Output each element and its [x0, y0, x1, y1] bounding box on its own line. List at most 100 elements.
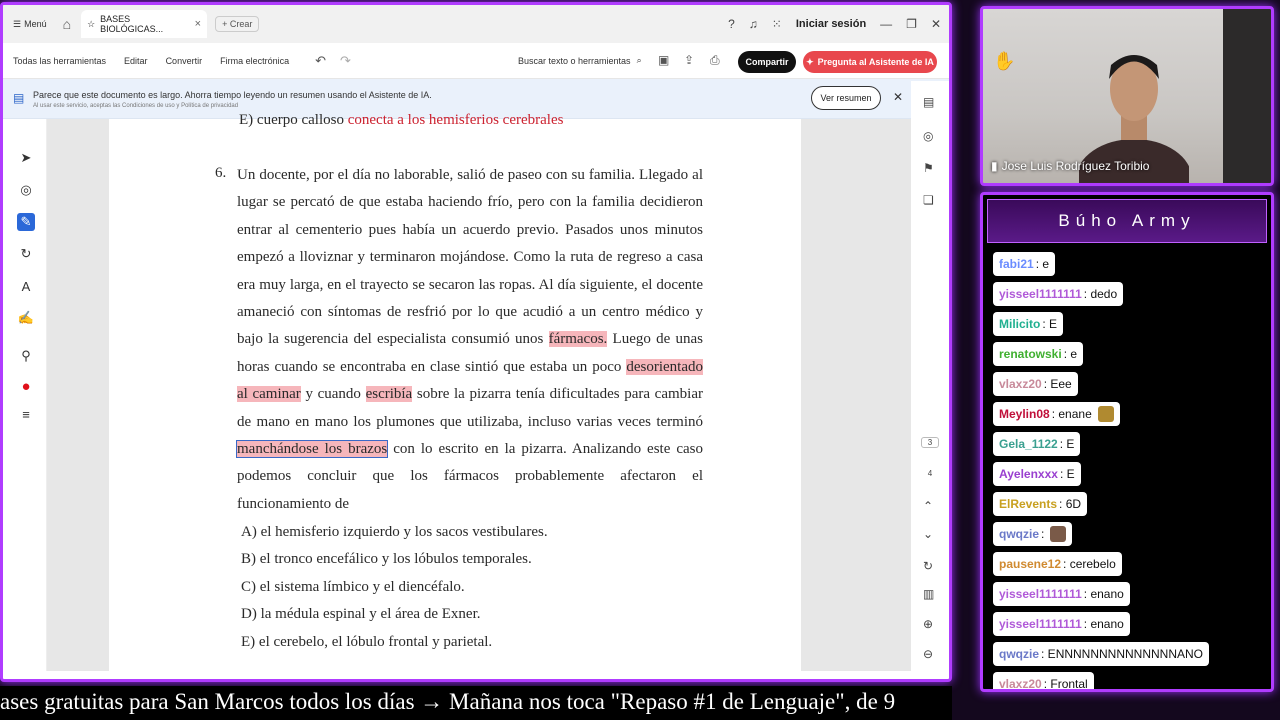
raised-hand-icon: ✋ — [993, 51, 1016, 71]
option-b: B) el tronco encefálico y los lóbulos te… — [241, 551, 532, 568]
minimize-icon[interactable]: — — [880, 17, 892, 31]
view-summary-button[interactable]: Ver resumen — [811, 86, 881, 110]
comment-icon[interactable]: ◎ — [17, 181, 35, 199]
chat-username[interactable]: Ayelenxxx — [999, 467, 1058, 481]
chat-message: Milicito: E — [993, 309, 1271, 339]
chat-text: : E — [1042, 317, 1058, 331]
presenter-name: ▮ Jose Luis Rodríguez Toribio — [991, 159, 1149, 173]
search-tools[interactable]: Buscar texto o herramientas ⌕ — [518, 55, 642, 66]
print-icon[interactable]: ⎙ — [710, 53, 720, 68]
file-icon[interactable]: ▥ — [923, 587, 934, 601]
chat-username[interactable]: pausene12 — [999, 557, 1061, 571]
chat-message: yisseel1111111: enano — [993, 609, 1271, 639]
create-button[interactable]: + Crear — [215, 16, 260, 32]
chat-message: ElRevents: 6D — [993, 489, 1271, 519]
pin-icon[interactable]: ⚲ — [17, 347, 35, 365]
chat-username[interactable]: Meylin08 — [999, 407, 1050, 421]
ai-assistant-button[interactable]: ✦ Pregunta al Asistente de IA — [803, 51, 937, 73]
scroll-up-icon[interactable]: ⌃ — [923, 499, 933, 513]
toolbar-esign[interactable]: Firma electrónica — [220, 56, 289, 66]
signal-bars-icon: ▮ — [991, 159, 998, 173]
undo-icon[interactable]: ↶ — [315, 53, 326, 69]
chat-bubble: qwqzie: — [993, 522, 1073, 546]
chat-message: Ayelenxxx: E — [993, 459, 1271, 489]
option-a: A) el hemisferio izquierdo y los sacos v… — [241, 524, 548, 540]
right-tool-rail: ▤ ◎ ⚑ ❏ 3 4 ⌃ ⌄ ↻ ▥ ⊕ ⊖ — [911, 81, 949, 671]
webcam-overlay: ✋ ▮ Jose Luis Rodríguez Toribio — [980, 6, 1274, 186]
chat-text: : e — [1035, 257, 1050, 271]
apps-grid-icon[interactable]: ⁙ — [772, 17, 782, 31]
sign-icon[interactable]: ✍ — [17, 309, 35, 327]
presenter-name-text: Jose Luis Rodríguez Toribio — [1001, 159, 1150, 173]
highlight-farmacos[interactable]: fármacos. — [548, 331, 608, 348]
chat-title: Búho Army — [987, 199, 1267, 243]
chat-username[interactable]: qwqzie — [999, 527, 1039, 541]
chat-username[interactable]: yisseel1111111 — [999, 617, 1082, 631]
text-box-icon[interactable]: A — [17, 277, 35, 295]
home-icon[interactable]: ⌂ — [63, 16, 71, 32]
chat-bubble: qwqzie: ENNNNNNNNNNNNNNANO — [993, 642, 1210, 666]
question-text-part: Un docente, por el día no laborable, sal… — [237, 167, 703, 348]
pages-panel-icon[interactable]: ❏ — [923, 193, 934, 207]
chat-username[interactable]: renatowski — [999, 347, 1062, 361]
share-button[interactable]: Compartir — [738, 51, 796, 73]
star-icon[interactable]: ☆ — [87, 19, 95, 30]
chat-username[interactable]: yisseel1111111 — [999, 287, 1082, 301]
chat-username[interactable]: ElRevents — [999, 497, 1057, 511]
help-icon[interactable]: ? — [728, 17, 735, 31]
chat-username[interactable]: vlaxz20 — [999, 377, 1042, 391]
select-cursor-icon[interactable]: ➤ — [17, 149, 35, 167]
comments-panel-icon[interactable]: ◎ — [923, 129, 933, 143]
chat-username[interactable]: Gela_1122 — [999, 437, 1058, 451]
scroll-down-icon[interactable]: ⌄ — [923, 527, 933, 541]
chat-username[interactable]: qwqzie — [999, 647, 1039, 661]
zoom-out-icon[interactable]: ⊖ — [923, 647, 933, 661]
chat-text: : ENNNNNNNNNNNNNNANO — [1041, 647, 1204, 661]
document-tab[interactable]: ☆ BASES BIOLÓGICAS... × — [81, 10, 208, 38]
chat-bubble: vlaxz20: Eee — [993, 372, 1078, 396]
chat-message: vlaxz20: Frontal — [993, 669, 1271, 689]
color-dot-icon[interactable]: ● — [17, 377, 35, 395]
close-banner-icon[interactable]: ✕ — [893, 90, 903, 104]
close-window-icon[interactable]: ✕ — [931, 17, 941, 31]
page-indicator-next[interactable]: 4 — [921, 469, 939, 478]
upload-icon[interactable]: ⇪ — [684, 53, 694, 67]
zoom-in-icon[interactable]: ⊕ — [923, 617, 933, 631]
page-gutter-right — [801, 119, 911, 671]
page-indicator-current[interactable]: 3 — [921, 437, 939, 448]
banner-fine-print: Al usar este servicio, aceptas las Condi… — [33, 103, 239, 109]
ai-panel-icon[interactable]: ▤ — [923, 95, 934, 109]
tab-close-icon[interactable]: × — [195, 18, 201, 30]
restore-icon[interactable]: ❐ — [906, 17, 917, 31]
menu-button[interactable]: ☰ Menú — [13, 19, 47, 30]
highlight-manchandose-selected[interactable]: manchándose los brazos — [235, 440, 389, 459]
draw-lasso-icon[interactable]: ↻ — [17, 245, 35, 263]
chat-username[interactable]: vlaxz20 — [999, 677, 1042, 689]
toolbar-edit[interactable]: Editar — [124, 56, 148, 66]
menu-label: Menú — [24, 19, 47, 29]
chat-bubble: yisseel1111111: dedo — [993, 282, 1124, 306]
highlight-pen-icon[interactable]: ✎ — [17, 213, 35, 231]
create-label: Crear — [229, 19, 253, 29]
chat-text: : E — [1059, 467, 1075, 481]
refresh-icon[interactable]: ↻ — [923, 559, 933, 573]
more-tools-icon[interactable]: ≡ — [17, 405, 35, 423]
toolbar-all-tools[interactable]: Todas las herramientas — [13, 56, 106, 66]
chat-username[interactable]: Milicito — [999, 317, 1040, 331]
save-icon[interactable]: ▣ — [658, 53, 669, 67]
banner-message: Parece que este documento es largo. Ahor… — [33, 90, 432, 100]
redo-icon[interactable]: ↷ — [340, 53, 351, 69]
notification-icon[interactable]: ♫ — [749, 17, 758, 31]
question-text[interactable]: Un docente, por el día no laborable, sal… — [235, 162, 703, 518]
highlight-escribia[interactable]: escribía — [365, 386, 413, 403]
bookmark-icon[interactable]: ⚑ — [923, 161, 934, 175]
chat-message: qwqzie: ENNNNNNNNNNNNNNANO — [993, 639, 1271, 669]
chat-username[interactable]: yisseel1111111 — [999, 587, 1082, 601]
ai-button-label: Pregunta al Asistente de IA — [817, 57, 934, 67]
signin-button[interactable]: Iniciar sesión — [796, 18, 866, 30]
hamburger-icon: ☰ — [13, 18, 22, 29]
toolbar-convert[interactable]: Convertir — [166, 56, 203, 66]
background-shelf — [1223, 9, 1271, 183]
chat-username[interactable]: fabi21 — [999, 257, 1034, 271]
chat-text: : Eee — [1043, 377, 1072, 391]
